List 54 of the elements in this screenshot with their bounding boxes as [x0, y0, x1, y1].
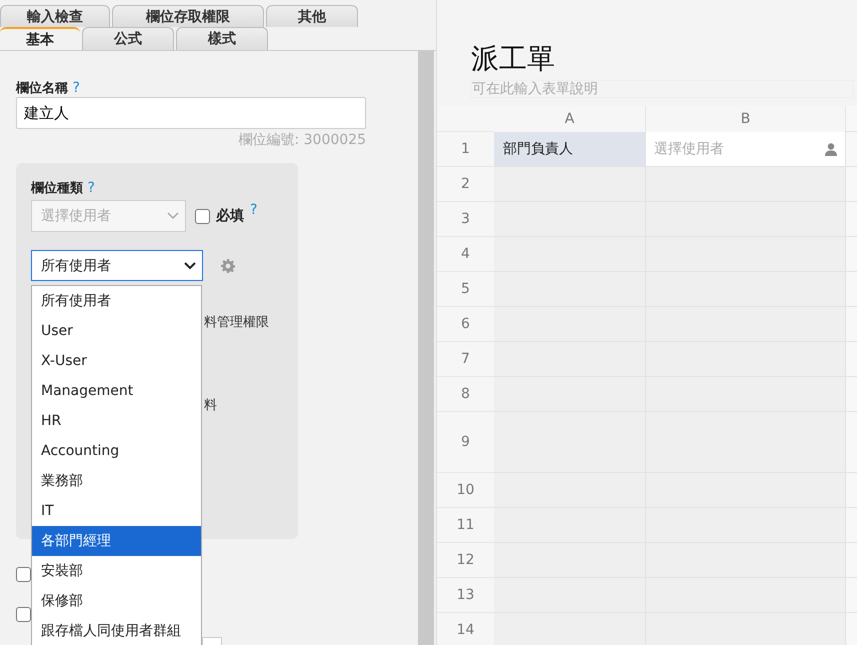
row-number: 7	[437, 342, 494, 377]
dropdown-option[interactable]: 各部門經理	[32, 526, 201, 556]
row-number: 8	[437, 377, 494, 412]
scrollbar[interactable]	[418, 51, 434, 645]
row-number: 12	[437, 543, 494, 578]
dropdown-option[interactable]: 所有使用者	[32, 286, 201, 316]
dropdown-option[interactable]: User	[32, 316, 201, 346]
person-icon	[825, 142, 837, 156]
row-number: 13	[437, 578, 494, 613]
option-text: 料	[204, 397, 217, 414]
required-label: 必填	[216, 207, 244, 225]
row-number: 11	[437, 508, 494, 543]
column-header: B	[646, 106, 846, 132]
row-number: 1	[437, 132, 494, 167]
dropdown-option[interactable]: HR	[32, 406, 201, 436]
row-number: 2	[437, 167, 494, 202]
dropdown-option[interactable]: X-User	[32, 346, 201, 376]
field-label: 欄位名稱	[16, 81, 68, 96]
row-number: 9	[437, 412, 494, 473]
row-number: 5	[437, 272, 494, 307]
settings-icon[interactable]	[221, 258, 235, 272]
row-number: 3	[437, 202, 494, 237]
tab[interactable]: 公式	[82, 27, 174, 50]
table-cell: 部門負責人	[494, 132, 646, 167]
tab[interactable]: 其他	[266, 5, 358, 27]
checkbox[interactable]	[16, 567, 31, 582]
tab[interactable]: 欄位存取權限	[112, 5, 264, 27]
tab[interactable]: 輸入檢查	[0, 5, 110, 27]
field-id: 欄位編號: 3000025	[237, 131, 366, 149]
input-field[interactable]: 建立人	[16, 97, 366, 129]
option-text: 料管理權限	[204, 314, 269, 331]
description-field[interactable]: 可在此輸入表單說明	[470, 80, 854, 98]
tab[interactable]: 樣式	[176, 27, 268, 50]
chevron-icon	[167, 212, 179, 220]
chevron-icon	[184, 262, 196, 270]
dropdown-option[interactable]: 跟存檔人同使用者群組	[32, 616, 201, 645]
field-label: 欄位種類	[31, 181, 83, 196]
row-number: 10	[437, 473, 494, 508]
dropdown-option[interactable]: 安裝部	[32, 556, 201, 586]
dropdown-option[interactable]: Management	[32, 376, 201, 406]
user-group-select[interactable]: 所有使用者	[31, 250, 203, 281]
table-cell	[846, 132, 857, 167]
column-header: A	[494, 106, 646, 132]
row-number: 14	[437, 613, 494, 645]
dropdown-option[interactable]: 保修部	[32, 586, 201, 616]
dropdown-option[interactable]: Accounting	[32, 436, 201, 466]
dropdown-option[interactable]: 業務部	[32, 466, 201, 496]
dropdown-option[interactable]: IT	[32, 496, 201, 526]
table-cell	[846, 167, 857, 202]
checkbox[interactable]	[16, 607, 31, 622]
row-number: 4	[437, 237, 494, 272]
form-title: 派工單	[470, 41, 556, 77]
checkbox[interactable]	[195, 208, 210, 224]
row-number: 6	[437, 307, 494, 342]
